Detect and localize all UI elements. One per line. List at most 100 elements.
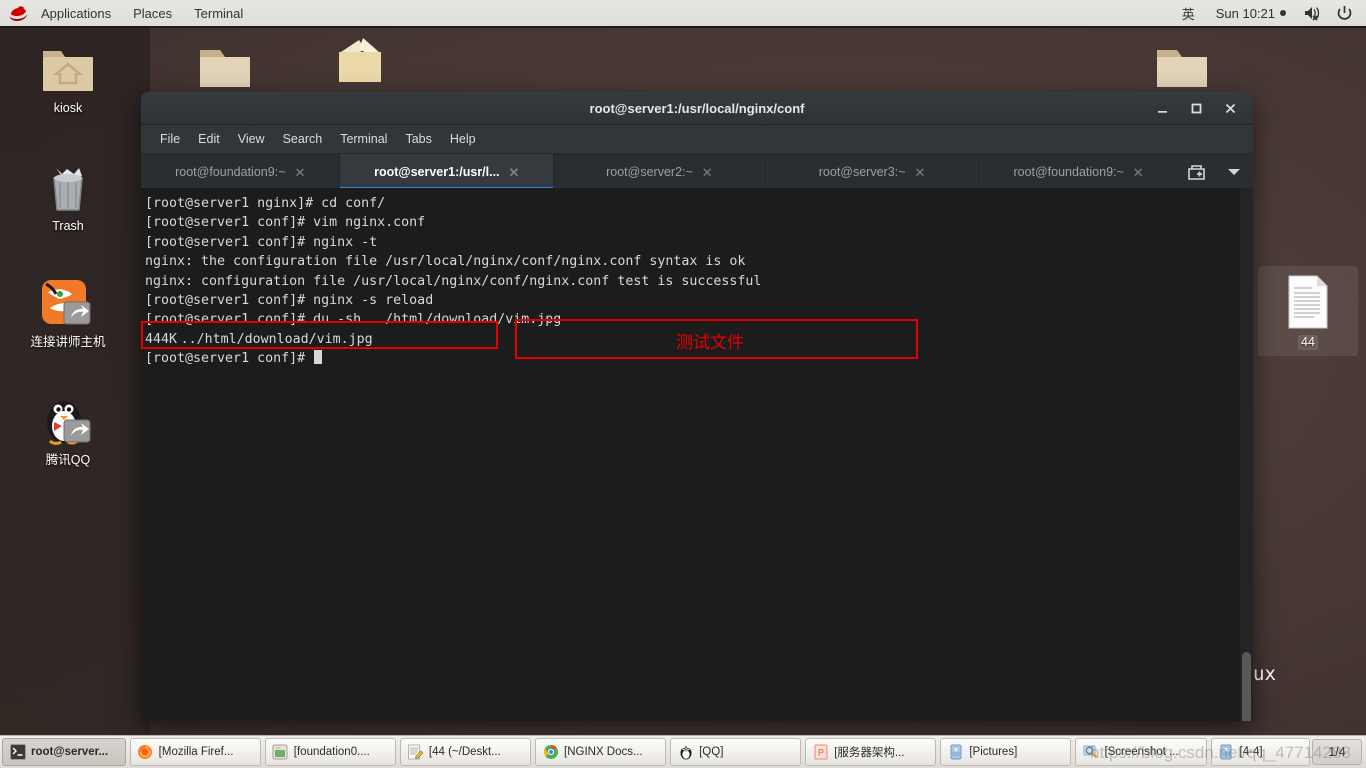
taskbar-item-label: [foundation0....: [293, 746, 370, 758]
terminal-scrollbar-thumb[interactable]: [1242, 652, 1251, 721]
desktop-icon-label: Trash: [52, 219, 84, 233]
taskbar-item-label: [NGINX Docs...: [564, 746, 643, 758]
tab-close-icon[interactable]: ✕: [914, 166, 925, 179]
taskbar-item-qq[interactable]: [QQ]: [670, 738, 802, 766]
desktop-icon-connect-instructor-host[interactable]: 连接讲师主机: [18, 272, 118, 350]
taskbar-item-pictures[interactable]: [Pictures]: [940, 738, 1072, 766]
taskbar-item-4-4[interactable]: [4-4]: [1210, 738, 1311, 766]
notification-dot-icon: [1280, 10, 1286, 16]
window-title: root@server1:/usr/local/nginx/conf: [589, 100, 805, 116]
screenshot-icon: [1082, 744, 1099, 761]
terminal-tab-server3[interactable]: root@server3:~ ✕: [766, 154, 980, 190]
terminal-output-area[interactable]: [root@server1 nginx]# cd conf/ [root@ser…: [141, 188, 1253, 721]
menu-search[interactable]: Search: [274, 129, 332, 149]
taskbar-item-firefox[interactable]: [Mozilla Firef...: [129, 738, 261, 766]
menu-tabs[interactable]: Tabs: [396, 129, 440, 149]
desktop-icon-open-box[interactable]: [310, 28, 410, 86]
desktop-icon-label: kiosk: [53, 101, 83, 115]
window-controls: [1145, 93, 1253, 123]
tab-label: root@server3:~: [818, 165, 906, 179]
file-manager-icon: [272, 744, 289, 761]
annotation-box-output: [141, 321, 498, 349]
terminal-cursor: [314, 350, 323, 365]
terminal-tab-foundation9-a[interactable]: root@foundation9:~ ✕: [141, 154, 341, 190]
maximize-button[interactable]: [1179, 93, 1213, 123]
taskbar-item-terminal[interactable]: root@server...: [2, 738, 126, 766]
menu-help[interactable]: Help: [441, 129, 485, 149]
tab-close-icon[interactable]: ✕: [509, 166, 520, 179]
input-method-indicator[interactable]: 英: [1171, 0, 1206, 26]
terminal-icon: [9, 744, 26, 761]
qq-penguin-shortcut-icon: [18, 390, 118, 448]
menu-terminal[interactable]: Terminal: [331, 129, 396, 149]
folder-icon: [1132, 34, 1232, 92]
desktop-icon-label: 连接讲师主机: [30, 335, 106, 349]
background-window-text: ux: [1253, 663, 1276, 685]
desktop-icon-tencent-qq[interactable]: 腾讯QQ: [18, 390, 118, 468]
desktop-icon-44-document[interactable]: 44: [1258, 266, 1358, 356]
open-box-folder-icon: [310, 28, 410, 86]
taskbar-item-label: [QQ]: [699, 746, 724, 758]
taskbar-item-chrome[interactable]: [NGINX Docs...: [535, 738, 667, 766]
text-document-icon: [1258, 272, 1358, 330]
home-folder-icon: [18, 38, 118, 96]
clock[interactable]: Sun 10:21: [1206, 6, 1296, 21]
minimize-button[interactable]: [1145, 93, 1179, 123]
taskbar-item-text-editor[interactable]: [44 (~/Deskt...: [399, 738, 531, 766]
desktop-icon-kiosk[interactable]: kiosk: [18, 38, 118, 116]
chevron-down-icon[interactable]: [1215, 154, 1253, 190]
archive-icon: [947, 744, 964, 761]
menu-file[interactable]: File: [151, 129, 189, 149]
taskbar-item-label: root@server...: [31, 746, 109, 758]
taskbar-item-label: [服务器架构...: [834, 747, 905, 759]
taskbar-item-label: [Mozilla Firef...: [158, 746, 234, 758]
trash-icon: [18, 156, 118, 214]
menu-places[interactable]: Places: [122, 0, 183, 26]
terminal-titlebar[interactable]: root@server1:/usr/local/nginx/conf: [141, 92, 1253, 125]
clock-text: Sun 10:21: [1215, 5, 1275, 21]
menu-edit[interactable]: Edit: [189, 129, 229, 149]
desktop-icon-folder-2[interactable]: [1132, 34, 1232, 92]
taskbar: root@server... [Mozilla Firef... [founda…: [0, 735, 1366, 768]
redhat-logo-icon[interactable]: [8, 4, 28, 22]
menu-terminal[interactable]: Terminal: [183, 0, 254, 26]
tiger-shortcut-icon: [18, 272, 118, 330]
terminal-tabbar: root@foundation9:~ ✕ root@server1:/usr/l…: [141, 154, 1253, 191]
firefox-icon: [137, 744, 154, 761]
taskbar-item-screenshot[interactable]: [Screenshot ...: [1075, 738, 1207, 766]
close-button[interactable]: [1213, 93, 1247, 123]
desktop-icon-trash[interactable]: Trash: [18, 156, 118, 234]
terminal-tab-server2[interactable]: root@server2:~ ✕: [554, 154, 766, 190]
tab-label: root@foundation9:~: [175, 165, 286, 179]
terminal-tab-foundation9-b[interactable]: root@foundation9:~ ✕: [979, 154, 1177, 190]
taskbar-item-label: [44 (~/Deskt...: [428, 746, 501, 758]
desktop-icon-folder-1[interactable]: [175, 34, 275, 92]
archive-icon: [1218, 744, 1235, 761]
menu-view[interactable]: View: [229, 129, 274, 149]
workspace-indicator[interactable]: 1/4: [1312, 739, 1363, 765]
folder-icon: [175, 34, 275, 92]
terminal-menubar: File Edit View Search Terminal Tabs Help: [141, 125, 1253, 154]
terminal-window[interactable]: root@server1:/usr/local/nginx/conf File …: [141, 92, 1253, 721]
tab-label: root@server1:/usr/l...: [374, 165, 500, 179]
taskbar-item-label: [Pictures]: [969, 746, 1018, 758]
menu-applications[interactable]: Applications: [30, 0, 122, 26]
taskbar-item-file-manager[interactable]: [foundation0....: [264, 738, 396, 766]
tab-close-icon[interactable]: ✕: [702, 166, 713, 179]
new-tab-icon[interactable]: [1178, 154, 1216, 190]
terminal-scrollbar-track[interactable]: [1240, 188, 1253, 721]
annotation-note-text: 测试文件: [676, 333, 744, 353]
terminal-tab-server1[interactable]: root@server1:/usr/l... ✕: [340, 154, 555, 190]
power-icon[interactable]: [1329, 5, 1360, 22]
taskbar-item-label: [Screenshot ...: [1104, 746, 1179, 758]
desktop-icon-label: 44: [1298, 335, 1318, 350]
top-panel: Applications Places Terminal 英 Sun 10:21: [0, 0, 1366, 28]
powerpoint-icon: P: [812, 744, 829, 761]
qq-penguin-icon: [677, 744, 694, 761]
volume-muted-icon[interactable]: [1296, 5, 1329, 21]
taskbar-item-powerpoint[interactable]: P [服务器架构...: [805, 738, 937, 766]
tab-close-icon[interactable]: ✕: [294, 166, 305, 179]
svg-text:P: P: [818, 748, 824, 758]
text-editor-icon: [407, 744, 424, 761]
tab-close-icon[interactable]: ✕: [1133, 166, 1144, 179]
